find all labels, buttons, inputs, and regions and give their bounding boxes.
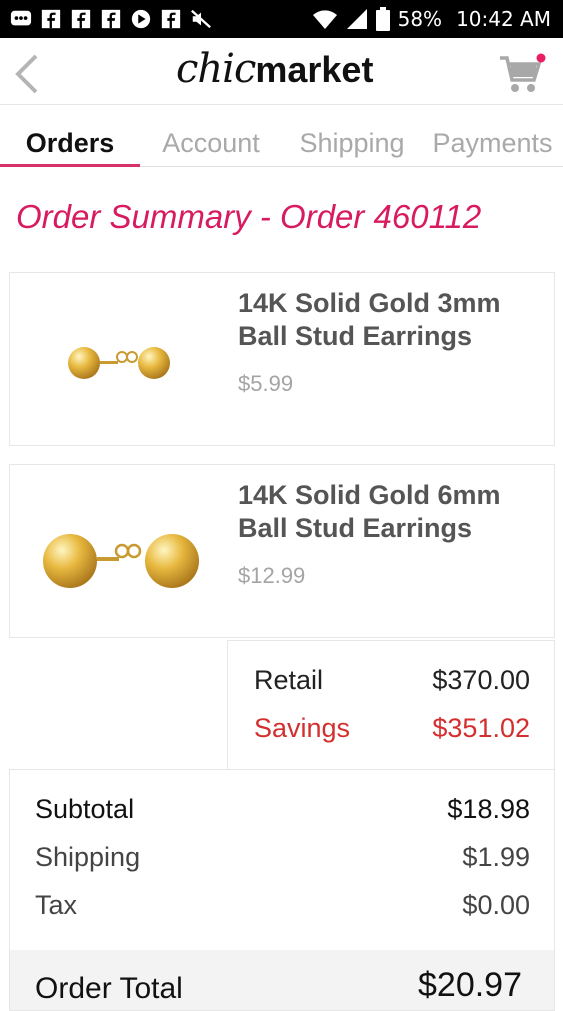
tab-bar: Orders Account Shipping Payments [0, 118, 563, 167]
order-item[interactable]: 14K Solid Gold 3mm Ball Stud Earrings $5… [9, 272, 555, 446]
order-total-value: $20.97 [418, 966, 522, 1004]
earrings-3mm-image [68, 347, 170, 379]
battery-icon [375, 7, 390, 31]
facebook-icon [71, 9, 91, 29]
logo[interactable]: chicmarket [176, 46, 373, 96]
item-name: 14K Solid Gold 3mm Ball Stud Earrings [238, 288, 501, 351]
retail-label: Retail [254, 665, 324, 695]
order-summary-title: Order Summary - Order 460112 [16, 198, 482, 235]
battery-percent: 58% [397, 7, 443, 31]
earrings-6mm-image [43, 534, 199, 588]
system-status: 58% 10:42 AM [312, 6, 551, 32]
order-total-label: Order Total [35, 972, 183, 1005]
clock: 10:42 AM [456, 7, 551, 31]
tax-label: Tax [35, 890, 78, 920]
order-total-row: Order Total $20.97 [10, 950, 554, 1010]
message-icon [10, 10, 32, 26]
tax-value: $0.00 [462, 890, 530, 920]
chevron-left-icon [15, 54, 38, 94]
signal-icon [346, 9, 367, 29]
wifi-icon [312, 10, 337, 29]
facebook-icon [161, 9, 181, 29]
back-button[interactable] [10, 52, 44, 96]
item-price: $12.99 [238, 563, 306, 588]
savings-value: $351.02 [432, 713, 530, 743]
status-bar: 58% 10:42 AM [0, 0, 563, 38]
order-totals: Subtotal $18.98 Shipping $1.99 Tax $0.00… [9, 769, 555, 1011]
retail-value: $370.00 [432, 665, 530, 695]
facebook-icon [101, 9, 121, 29]
cart-badge-dot [536, 53, 546, 63]
play-icon [131, 9, 151, 29]
notification-icons [10, 7, 212, 31]
item-price: $5.99 [238, 371, 294, 396]
facebook-icon [41, 9, 61, 29]
app-header: chicmarket [0, 38, 563, 105]
cart-button[interactable] [498, 52, 548, 96]
item-name: 14K Solid Gold 6mm Ball Stud Earrings [238, 480, 501, 543]
logo-chic: chic [176, 46, 256, 92]
shipping-label: Shipping [35, 842, 141, 872]
subtotal-label: Subtotal [35, 794, 135, 824]
cart-icon [500, 53, 546, 92]
tab-payments[interactable]: Payments [424, 118, 561, 164]
tab-orders[interactable]: Orders [0, 118, 140, 167]
subtotal-value: $18.98 [447, 794, 530, 824]
shipping-value: $1.99 [462, 842, 530, 872]
tab-shipping[interactable]: Shipping [290, 118, 414, 164]
order-item[interactable]: 14K Solid Gold 6mm Ball Stud Earrings $1… [9, 464, 555, 638]
mute-icon [191, 9, 211, 29]
savings-summary: Retail $370.00 Savings $351.02 [227, 640, 555, 770]
savings-label: Savings [254, 713, 351, 743]
logo-market: market [255, 49, 374, 90]
tab-account[interactable]: Account [150, 118, 272, 164]
